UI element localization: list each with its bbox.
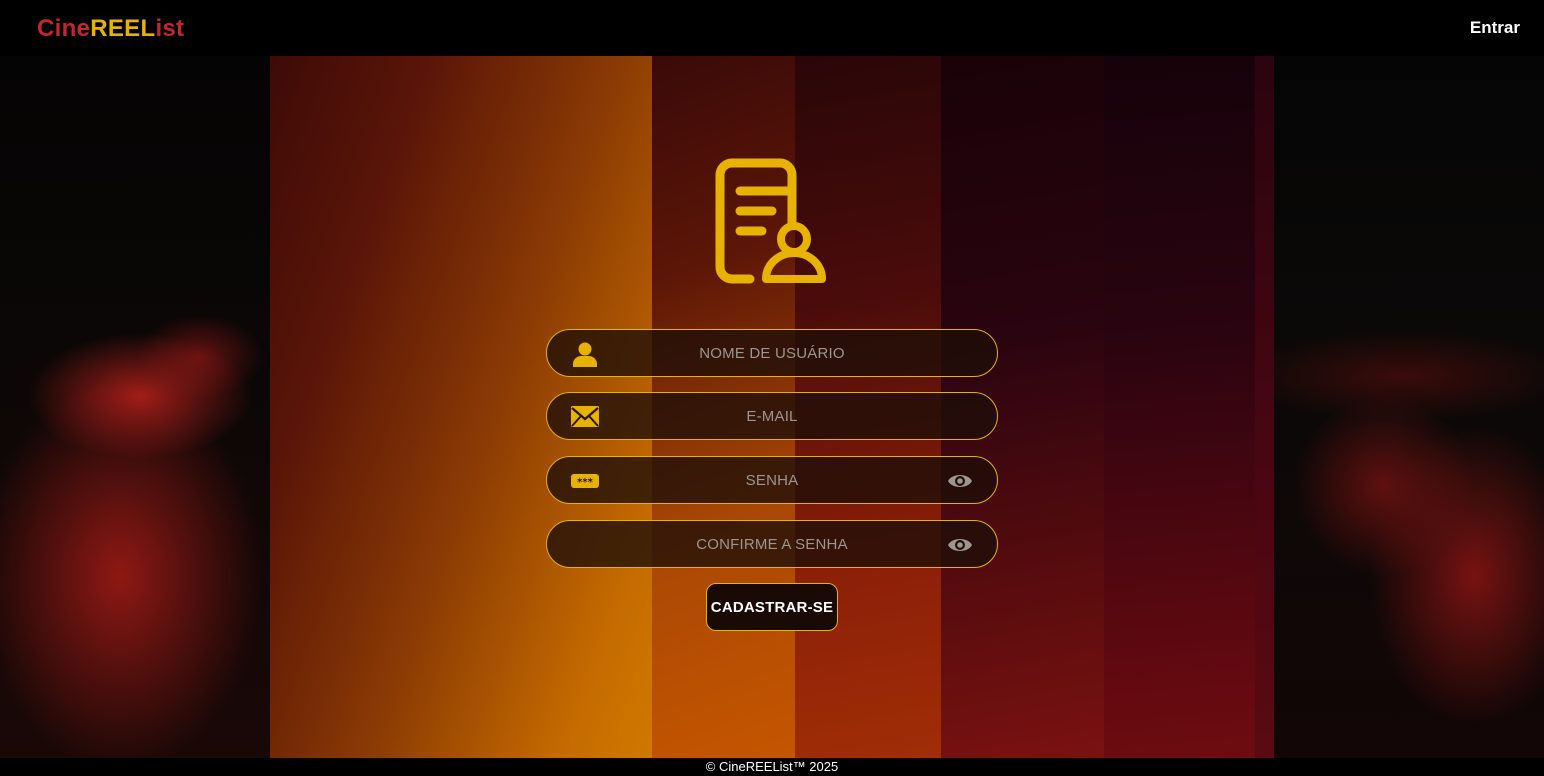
theater-seats-right-image xyxy=(1274,56,1544,758)
confirm-password-input[interactable] xyxy=(547,521,997,567)
logo-part-ist: ist xyxy=(155,15,185,42)
eye-icon[interactable] xyxy=(947,470,973,492)
username-input[interactable] xyxy=(547,330,997,376)
password-input[interactable] xyxy=(547,457,997,503)
eye-icon[interactable] xyxy=(947,534,973,556)
email-field xyxy=(546,392,998,440)
password-field: *** xyxy=(546,456,998,504)
confirm-password-field xyxy=(546,520,998,568)
theater-seats-left-image xyxy=(0,56,270,758)
footer-copyright: © CineREEList™ 2025 xyxy=(0,758,1544,776)
login-link[interactable]: Entrar xyxy=(1470,17,1520,39)
brand-logo[interactable]: CineREEList xyxy=(37,14,184,44)
top-navbar: CineREEList Entrar xyxy=(0,0,1544,56)
username-field xyxy=(546,329,998,377)
signup-button[interactable]: CADASTRAR-SE xyxy=(706,583,838,631)
email-input[interactable] xyxy=(547,393,997,439)
document-user-icon xyxy=(715,158,826,284)
logo-part-cine: Cine xyxy=(37,15,91,42)
logo-part-reel: REEL xyxy=(90,15,156,42)
